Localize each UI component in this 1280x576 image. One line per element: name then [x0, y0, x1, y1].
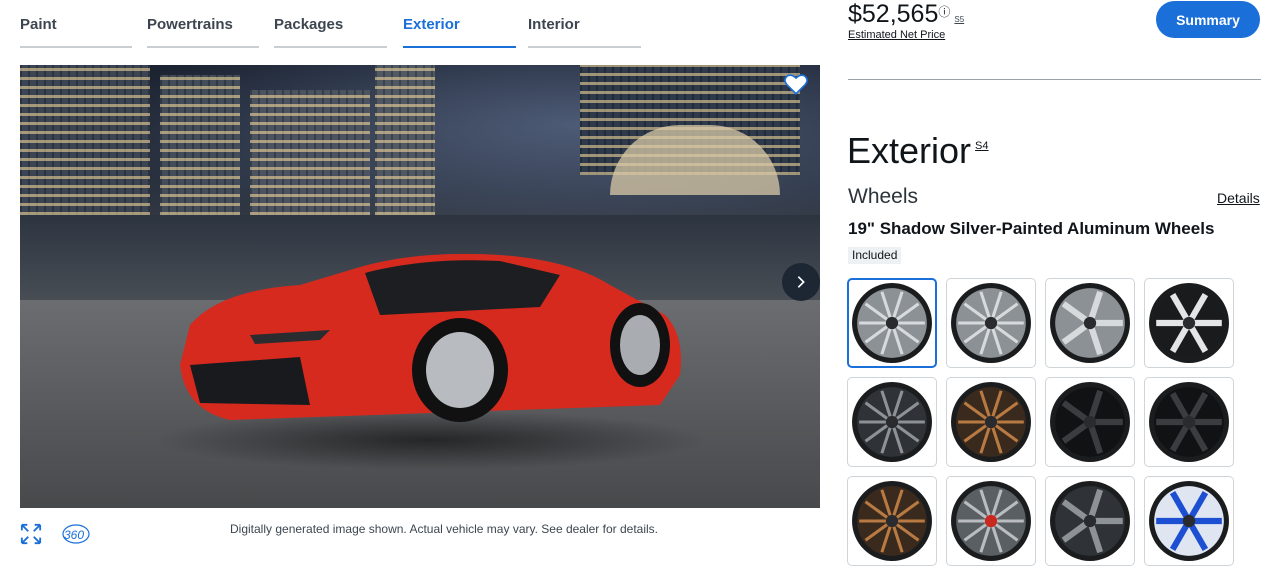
wheel-icon [852, 382, 932, 462]
wheel-icon [1149, 481, 1229, 561]
price-footnote[interactable]: S5 [954, 15, 964, 24]
tab-exterior[interactable]: Exterior [403, 16, 516, 48]
net-price: $52,565ⓘ S5 [848, 0, 964, 29]
wheel-icon [951, 283, 1031, 363]
wheel-icon [1149, 283, 1229, 363]
expand-icon [20, 523, 42, 545]
wheel-icon [951, 481, 1031, 561]
chevron-right-icon [797, 276, 805, 288]
price-value: $52,565 [848, 0, 939, 28]
page-title: Exterior S4 [847, 130, 989, 172]
info-icon[interactable]: ⓘ [938, 5, 950, 19]
wheel-option[interactable] [1144, 278, 1234, 368]
image-disclaimer: Digitally generated image shown. Actual … [230, 522, 658, 536]
tab-label: Interior [528, 16, 580, 33]
summary-button[interactable]: Summary [1156, 1, 1260, 38]
tab-interior[interactable]: Interior [528, 16, 641, 48]
tab-label: Paint [20, 16, 57, 33]
details-link[interactable]: Details [1217, 190, 1260, 206]
wheel-icon [1050, 481, 1130, 561]
car [180, 253, 681, 422]
wheel-option[interactable] [1045, 476, 1135, 566]
wheel-option[interactable] [1144, 476, 1234, 566]
rotate-360-icon: 360 [62, 524, 90, 544]
wheel-icon [852, 481, 932, 561]
tab-label: Powertrains [147, 16, 233, 33]
wheel-icon [951, 382, 1031, 462]
wheel-icon [1050, 382, 1130, 462]
wheel-icon [1050, 283, 1130, 363]
tab-paint[interactable]: Paint [20, 16, 132, 48]
wheel-option[interactable] [946, 278, 1036, 368]
heart-icon [784, 74, 808, 95]
net-price-label[interactable]: Estimated Net Price [848, 29, 945, 41]
wheel-option[interactable] [1045, 278, 1135, 368]
tab-label: Exterior [403, 16, 460, 33]
tab-label: Packages [274, 16, 344, 33]
wheel-option[interactable] [946, 476, 1036, 566]
wheel-icon [852, 283, 932, 363]
next-image-button[interactable] [782, 263, 820, 301]
wheel-icon [1149, 382, 1229, 462]
wheel-option[interactable] [847, 476, 937, 566]
wheel-option[interactable] [946, 377, 1036, 467]
tab-packages[interactable]: Packages [274, 16, 387, 48]
wheel-options-grid [847, 278, 1235, 568]
wheel-option[interactable] [847, 278, 937, 368]
vehicle-image [20, 65, 820, 508]
building [160, 75, 240, 215]
wheels-heading: Wheels [848, 185, 919, 208]
tab-powertrains[interactable]: Powertrains [147, 16, 259, 48]
wheel-option[interactable] [847, 377, 937, 467]
favorite-button[interactable] [783, 71, 809, 97]
included-badge: Included [848, 247, 902, 264]
building [250, 90, 370, 215]
section-title-text: Exterior [847, 130, 972, 171]
building [20, 65, 150, 215]
building [375, 65, 435, 215]
wheel-option[interactable] [1045, 377, 1135, 467]
divider [848, 79, 1261, 80]
fullscreen-button[interactable] [20, 523, 42, 545]
view-360-button[interactable]: 360 [61, 521, 91, 547]
wheel-option[interactable] [1144, 377, 1234, 467]
svg-text:360: 360 [64, 528, 84, 542]
selected-wheel-name: 19" Shadow Silver-Painted Aluminum Wheel… [848, 219, 1215, 238]
tab-bar: Paint Powertrains Packages Exterior Inte… [20, 0, 642, 50]
title-footnote[interactable]: S4 [975, 140, 988, 152]
